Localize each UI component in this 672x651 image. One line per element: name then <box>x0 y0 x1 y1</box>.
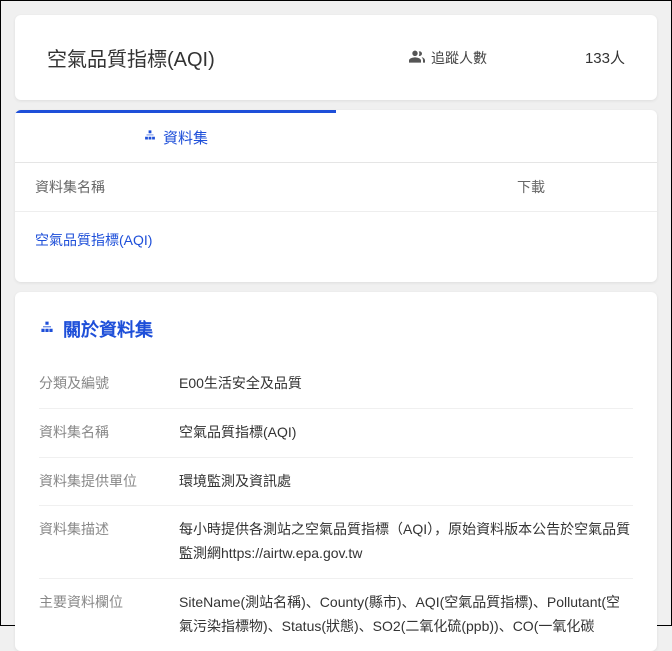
meta-row: 資料集描述 每小時提供各測站之空氣品質指標（AQI），原始資料版本公告於空氣品質… <box>39 506 633 579</box>
table-row: 空氣品質指標(AQI) <box>15 212 657 282</box>
col-name-header: 資料集名稱 <box>35 177 517 197</box>
page-title: 空氣品質指標(AQI) <box>47 43 215 72</box>
sitemap-icon <box>143 129 157 146</box>
table-header: 資料集名稱 下載 <box>15 163 657 212</box>
meta-value: SiteName(測站名稱)、County(縣市)、AQI(空氣品質指標)、Po… <box>179 591 633 639</box>
followers-label-wrap: 追蹤人數 <box>409 48 487 68</box>
about-title-wrap: 關於資料集 <box>39 316 633 342</box>
meta-value: 每小時提供各測站之空氣品質指標（AQI），原始資料版本公告於空氣品質監測網htt… <box>179 518 633 566</box>
meta-value: 環境監測及資訊處 <box>179 470 633 494</box>
about-card: 關於資料集 分類及編號 E00生活安全及品質 資料集名稱 空氣品質指標(AQI)… <box>15 292 657 651</box>
people-icon <box>409 49 425 66</box>
followers-label: 追蹤人數 <box>431 48 487 68</box>
meta-label: 分類及編號 <box>39 372 179 396</box>
meta-row: 主要資料欄位 SiteName(測站名稱)、County(縣市)、AQI(空氣品… <box>39 579 633 651</box>
tab-header: 資料集 <box>15 110 657 163</box>
meta-label: 資料集名稱 <box>39 421 179 445</box>
header-card: 空氣品質指標(AQI) 追蹤人數 133人 <box>15 15 657 100</box>
meta-label: 資料集提供單位 <box>39 470 179 494</box>
dataset-card: 資料集 資料集名稱 下載 空氣品質指標(AQI) <box>15 110 657 282</box>
dataset-link[interactable]: 空氣品質指標(AQI) <box>35 230 152 250</box>
col-download-header: 下載 <box>517 177 637 197</box>
meta-row: 資料集名稱 空氣品質指標(AQI) <box>39 409 633 458</box>
meta-row: 資料集提供單位 環境監測及資訊處 <box>39 458 633 507</box>
about-title: 關於資料集 <box>63 316 153 342</box>
followers-count: 133人 <box>585 47 625 68</box>
meta-value: 空氣品質指標(AQI) <box>179 421 633 445</box>
meta-label: 資料集描述 <box>39 518 179 566</box>
tab-dataset[interactable]: 資料集 <box>15 110 336 162</box>
sitemap-icon <box>39 319 55 340</box>
meta-row: 分類及編號 E00生活安全及品質 <box>39 360 633 409</box>
followers-block: 追蹤人數 133人 <box>409 47 625 68</box>
meta-label: 主要資料欄位 <box>39 591 179 639</box>
tab-label: 資料集 <box>163 127 208 148</box>
meta-value: E00生活安全及品質 <box>179 372 633 396</box>
